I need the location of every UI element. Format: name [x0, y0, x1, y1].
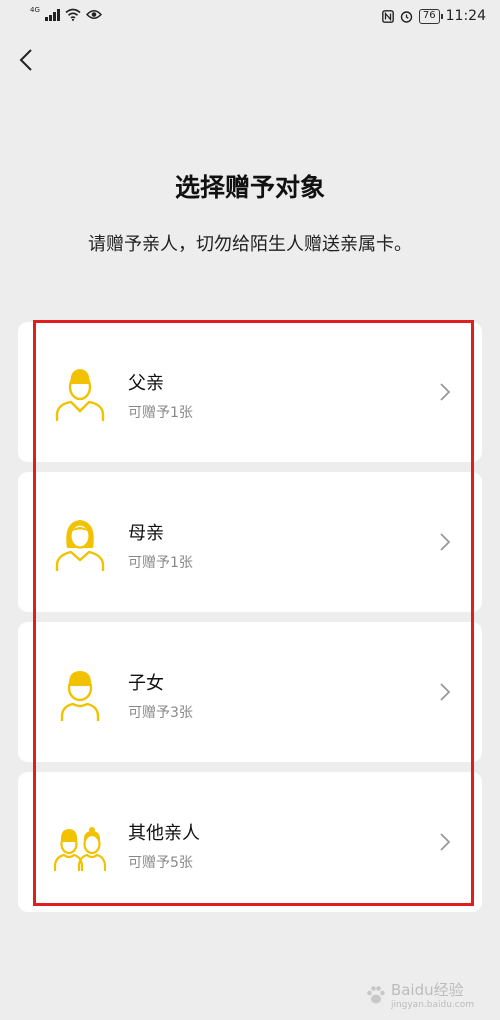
nfc-icon [382, 9, 394, 23]
signal-icon [44, 8, 60, 21]
child-avatar-icon [60, 671, 100, 721]
chevron-right-icon [440, 383, 451, 401]
watermark: Baidu经验 jingyan.baidu.com [365, 979, 474, 1010]
recipient-quota: 可赠予3张 [128, 705, 193, 721]
recipient-card-father[interactable]: 父亲 可赠予1张 [18, 322, 482, 462]
family-avatar-icon [54, 827, 106, 871]
watermark-sub: jingyan.baidu.com [390, 1000, 474, 1010]
recipient-card-mother[interactable]: 母亲 可赠予1张 [18, 472, 482, 612]
eye-icon [85, 10, 102, 19]
status-left: 4G [30, 6, 102, 21]
status-bar: 4G 76 11:24 [0, 0, 500, 34]
recipient-quota: 可赠予1张 [128, 555, 193, 571]
recipient-name: 子女 [128, 673, 164, 694]
watermark-text-group: Baidu经验 jingyan.baidu.com [391, 979, 474, 1010]
network-type: 4G [30, 6, 40, 14]
back-button[interactable] [14, 45, 38, 75]
recipient-card-child[interactable]: 子女 可赠予3张 [18, 622, 482, 762]
page-subtitle: 请赠予亲人，切勿给陌生人赠送亲属卡。 [88, 234, 412, 255]
wifi-icon [65, 8, 81, 21]
paw-icon [367, 985, 385, 1003]
recipient-card-other-relatives[interactable]: 其他亲人 可赠予5张 [18, 772, 482, 912]
watermark-text: Baidu经验 [390, 981, 464, 999]
battery-indicator: 76 [418, 8, 443, 24]
recipient-name: 其他亲人 [128, 823, 200, 844]
mother-avatar-icon [55, 520, 105, 571]
chevron-right-icon [440, 533, 451, 551]
status-right: 76 11:24 [382, 8, 486, 24]
chevron-left-icon [19, 49, 32, 71]
chevron-right-icon [440, 683, 451, 701]
recipient-name: 母亲 [128, 523, 164, 544]
page-title: 选择赠予对象 [174, 173, 325, 202]
recipient-name: 父亲 [128, 373, 164, 394]
chevron-right-icon [440, 833, 451, 851]
status-time: 11:24 [445, 8, 486, 24]
recipient-quota: 可赠予1张 [128, 405, 193, 421]
father-avatar-icon [55, 369, 105, 421]
alarm-icon [400, 10, 413, 23]
recipient-quota: 可赠予5张 [128, 855, 193, 871]
